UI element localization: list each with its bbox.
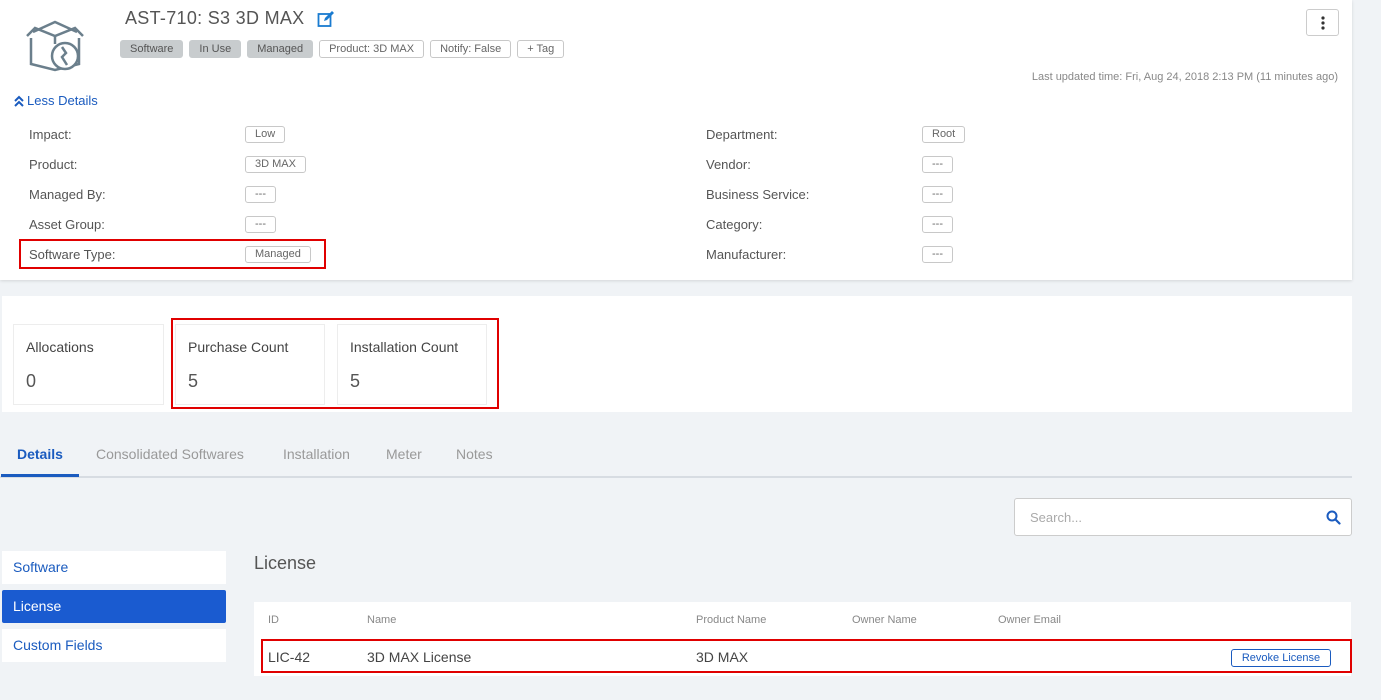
asset-header: AST-710: S3 3D MAX Software In Use Manag… xyxy=(0,0,1352,280)
sidebar-item-license[interactable]: License xyxy=(2,590,226,623)
license-id-cell[interactable]: LIC-42 xyxy=(268,649,310,665)
search-box xyxy=(1014,498,1352,536)
managed-by-value: --- xyxy=(245,186,276,203)
product-label: Product: xyxy=(29,157,78,172)
purchase-count-label: Purchase Count xyxy=(188,339,289,355)
purchase-count-card: Purchase Count 5 xyxy=(175,324,325,405)
more-options-button[interactable] xyxy=(1306,9,1339,36)
tag-list: Software In Use Managed Product: 3D MAX … xyxy=(120,40,565,58)
managed-by-label: Managed By: xyxy=(29,187,106,202)
manufacturer-label: Manufacturer: xyxy=(706,247,787,262)
software-package-icon xyxy=(26,20,84,72)
license-section-title: License xyxy=(254,553,317,573)
impact-label: Impact: xyxy=(29,127,72,142)
department-value: Root xyxy=(922,126,966,143)
less-details-label: Less Details xyxy=(27,93,98,108)
software-type-label: Software Type: xyxy=(29,247,116,262)
tab-details[interactable]: Details xyxy=(17,446,63,462)
allocations-value: 0 xyxy=(26,371,37,391)
revoke-license-button[interactable]: Revoke License xyxy=(1231,649,1331,667)
add-tag-button[interactable]: + Tag xyxy=(517,40,565,58)
asset-group-label: Asset Group: xyxy=(29,217,105,232)
license-product-cell: 3D MAX xyxy=(696,649,749,665)
category-value: --- xyxy=(922,216,953,233)
allocations-label: Allocations xyxy=(26,339,94,355)
allocations-card: Allocations 0 xyxy=(13,324,164,405)
product-value: 3D MAX xyxy=(245,156,306,173)
search-icon[interactable] xyxy=(1326,510,1341,525)
purchase-count-value: 5 xyxy=(188,371,199,391)
tag-notify: Notify: False xyxy=(430,40,512,58)
stats-panel: Allocations 0 Purchase Count 5 Installat… xyxy=(2,296,1352,412)
business-service-value: --- xyxy=(922,186,953,203)
license-table: ID Name Product Name Owner Name Owner Em… xyxy=(254,602,1351,676)
column-header-id[interactable]: ID xyxy=(268,614,279,626)
tag-in-use: In Use xyxy=(189,40,242,58)
software-type-value: Managed xyxy=(245,246,311,263)
tag-product: Product: 3D MAX xyxy=(319,40,425,58)
vendor-value: --- xyxy=(922,156,953,173)
sidebar-item-custom-fields[interactable]: Custom Fields xyxy=(2,629,226,662)
double-chevron-up-icon xyxy=(14,95,24,107)
tab-bar: Details Consolidated Softwares Installat… xyxy=(0,438,1352,478)
tab-consolidated-softwares[interactable]: Consolidated Softwares xyxy=(96,446,244,462)
column-header-owner-email[interactable]: Owner Email xyxy=(998,614,1061,626)
search-input[interactable] xyxy=(1015,499,1315,535)
tag-software: Software xyxy=(120,40,184,58)
less-details-toggle[interactable]: Less Details xyxy=(14,93,98,108)
installation-count-value: 5 xyxy=(350,371,361,391)
column-header-product-name[interactable]: Product Name xyxy=(696,614,766,626)
impact-value: Low xyxy=(245,126,286,143)
vendor-label: Vendor: xyxy=(706,157,751,172)
last-updated-time: Last updated time: Fri, Aug 24, 2018 2:1… xyxy=(1031,71,1338,83)
manufacturer-value: --- xyxy=(922,246,953,263)
column-header-owner-name[interactable]: Owner Name xyxy=(852,614,917,626)
vertical-ellipsis-icon xyxy=(1320,15,1325,30)
asset-title: AST-710: S3 3D MAX xyxy=(125,8,305,28)
installation-count-label: Installation Count xyxy=(350,339,459,355)
installation-count-card: Installation Count 5 xyxy=(337,324,487,405)
tab-notes[interactable]: Notes xyxy=(456,446,493,462)
asset-group-value: --- xyxy=(245,216,276,233)
business-service-label: Business Service: xyxy=(706,187,810,202)
license-name-cell[interactable]: 3D MAX License xyxy=(367,649,471,665)
column-header-name[interactable]: Name xyxy=(367,614,396,626)
department-label: Department: xyxy=(706,127,778,142)
tag-managed: Managed xyxy=(247,40,314,58)
tab-installation[interactable]: Installation xyxy=(283,446,350,462)
sidebar-item-software[interactable]: Software xyxy=(2,551,226,584)
category-label: Category: xyxy=(706,217,763,232)
active-tab-indicator xyxy=(1,474,79,477)
tab-meter[interactable]: Meter xyxy=(386,446,422,462)
edit-icon[interactable] xyxy=(317,10,335,28)
